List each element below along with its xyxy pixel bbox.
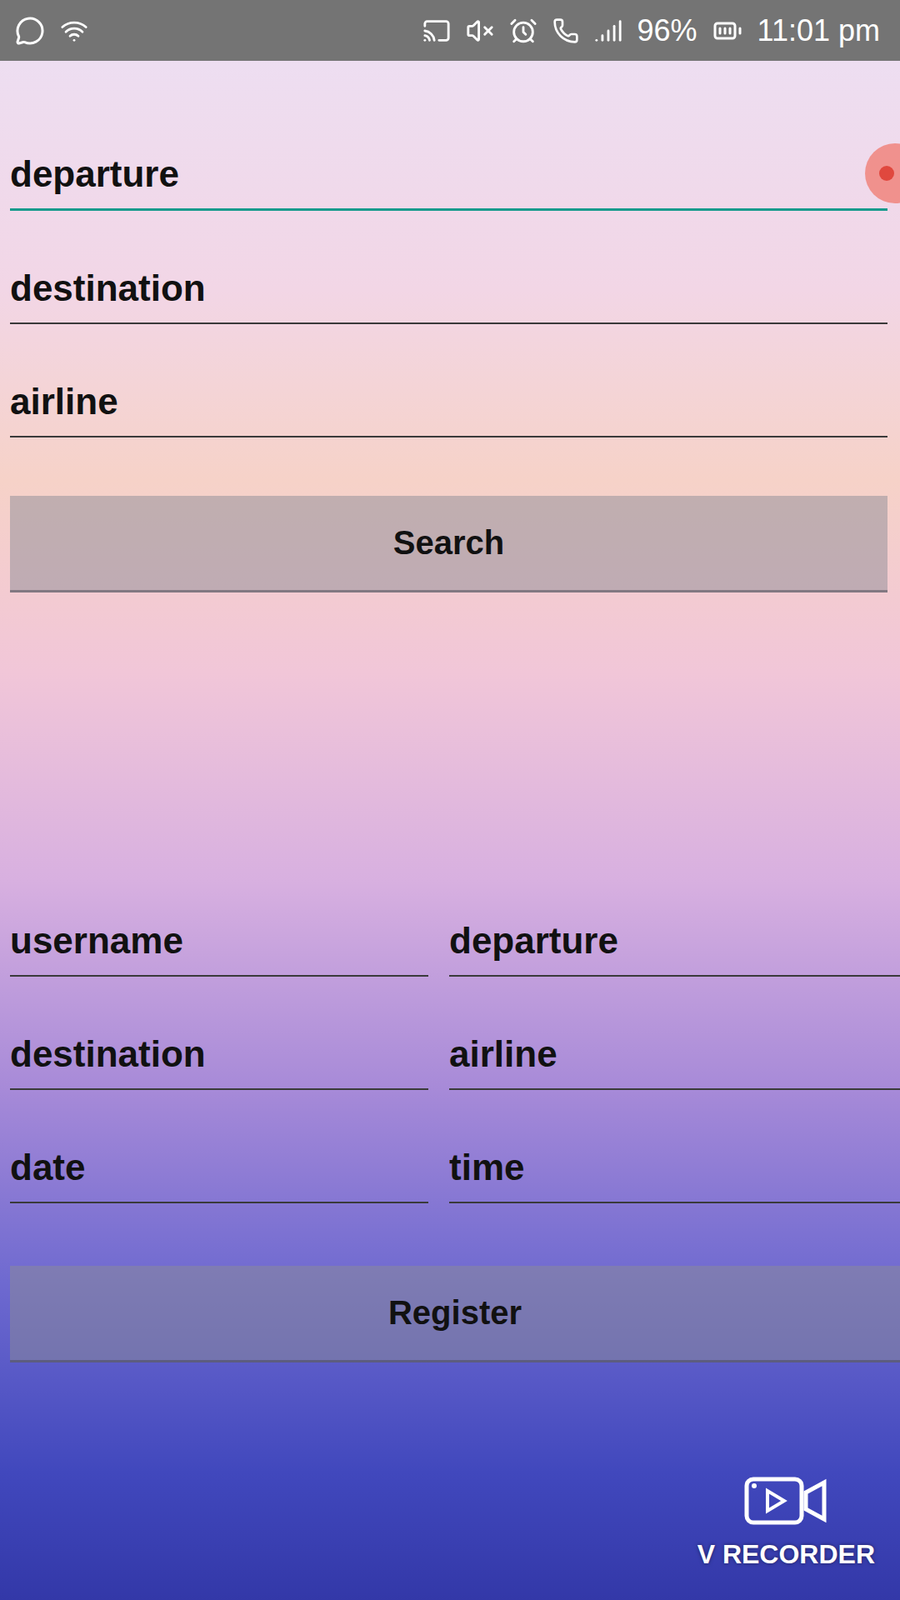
search-form: Search [0, 97, 900, 593]
search-input[interactable] [10, 152, 888, 211]
register-field [449, 863, 900, 977]
register-input[interactable] [449, 1145, 900, 1204]
mute-icon [465, 16, 495, 45]
search-field [10, 97, 888, 211]
register-form: Register [0, 863, 900, 1363]
cast-icon [422, 16, 451, 45]
signal-icon [594, 16, 623, 45]
video-camera-icon [744, 1474, 828, 1528]
register-field [449, 1090, 900, 1204]
watermark-label: V RECORDER [697, 1539, 875, 1570]
status-bar: 96% 11:01 pm [0, 0, 900, 61]
battery-icon [712, 15, 743, 46]
search-field [10, 210, 888, 325]
search-input[interactable] [10, 380, 888, 438]
register-grid [10, 863, 900, 1204]
clock: 11:01 pm [757, 13, 880, 49]
register-input[interactable] [449, 919, 900, 977]
register-input[interactable] [449, 1032, 900, 1090]
register-input[interactable] [10, 1032, 429, 1090]
register-field [10, 863, 429, 977]
register-field [449, 976, 900, 1090]
register-field [10, 976, 429, 1090]
register-field [10, 1090, 429, 1204]
call-icon [552, 17, 580, 45]
register-button[interactable]: Register [10, 1265, 900, 1363]
search-button[interactable]: Search [10, 495, 888, 593]
screen: 96% 11:01 pm Search Register V RECORDER [0, 0, 900, 1600]
search-field [10, 324, 888, 438]
alarm-icon [509, 16, 538, 45]
battery-level: 96% [637, 13, 698, 49]
recorder-watermark: V RECORDER [697, 1474, 875, 1570]
register-input[interactable] [10, 1145, 429, 1204]
wifi-icon [60, 16, 89, 45]
register-input[interactable] [10, 919, 429, 977]
search-input[interactable] [10, 266, 888, 325]
whatsapp-icon [15, 15, 45, 46]
